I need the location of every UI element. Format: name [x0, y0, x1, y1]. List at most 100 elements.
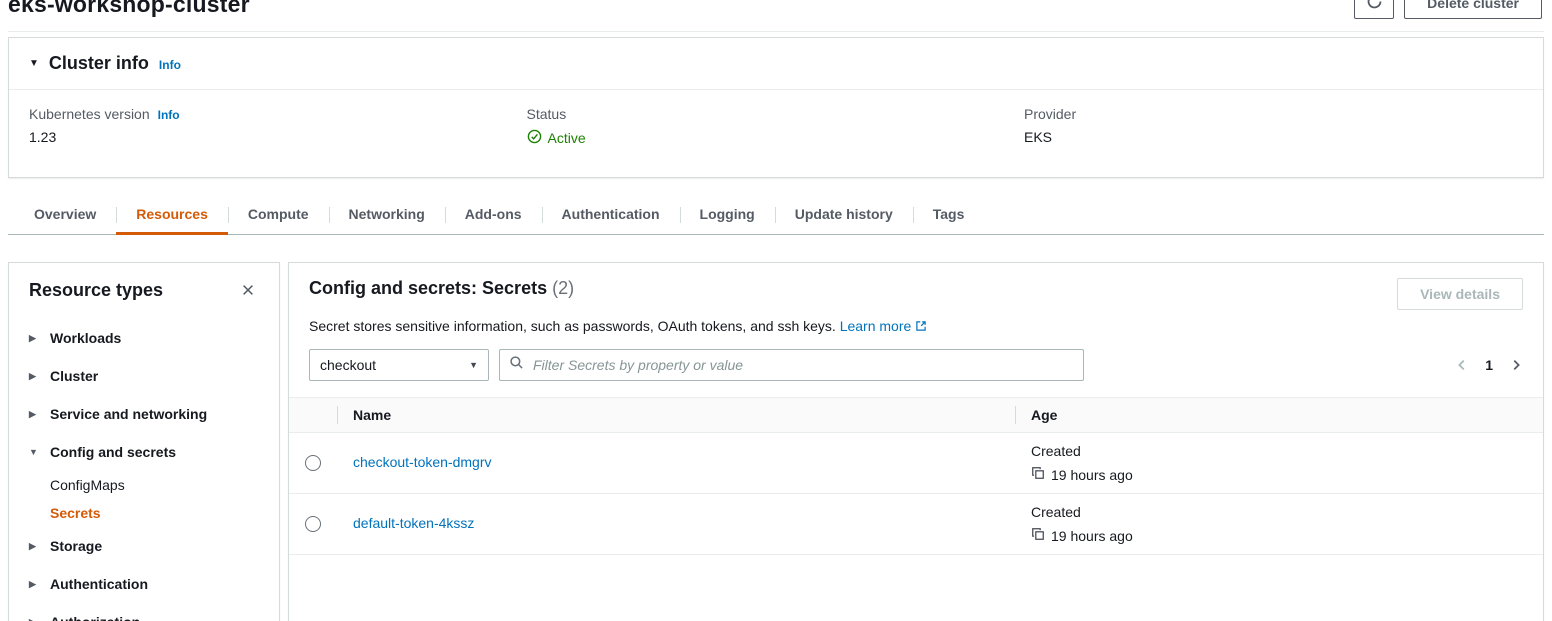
- row-radio-button[interactable]: [305, 516, 321, 532]
- tab-bar: Overview Resources Compute Networking Ad…: [8, 195, 1544, 235]
- resource-type-tree: ▶ Workloads ▶ Cluster ▶ Service and netw…: [9, 311, 279, 621]
- pagination: 1: [1455, 357, 1523, 373]
- status-field: Status Active: [527, 106, 1025, 147]
- sidebar-item-storage[interactable]: ▶ Storage: [29, 527, 259, 565]
- tab-update-history[interactable]: Update history: [775, 195, 913, 234]
- secrets-panel-header: Config and secrets: Secrets (2) View det…: [289, 263, 1543, 314]
- filter-dropdown-value: checkout: [320, 357, 376, 373]
- column-header-age[interactable]: Age: [1015, 407, 1543, 423]
- learn-more-link[interactable]: Learn more: [840, 318, 927, 334]
- eks-console-viewport: eks-workshop-cluster Delete cluster ▼ Cl…: [0, 0, 1552, 621]
- config-and-secrets-children: ConfigMaps Secrets: [29, 471, 259, 527]
- provider-field: Provider EKS: [1024, 106, 1522, 147]
- row-select-cell: [289, 455, 337, 471]
- chevron-right-icon: ▶: [29, 371, 40, 382]
- kubernetes-version-field: Kubernetes version Info 1.23: [29, 106, 527, 147]
- sidebar-item-label: Workloads: [50, 330, 121, 346]
- row-age-cell: Created 19 hours ago: [1015, 433, 1543, 493]
- header-actions: Delete cluster: [1354, 0, 1542, 19]
- tab-authentication[interactable]: Authentication: [542, 195, 680, 234]
- search-box[interactable]: [499, 349, 1084, 381]
- search-icon: [509, 355, 524, 375]
- tab-add-ons[interactable]: Add-ons: [445, 195, 542, 234]
- copy-icon: [1031, 466, 1045, 483]
- row-age-cell: Created 19 hours ago: [1015, 494, 1543, 554]
- row-name-cell: checkout-token-dmgrv: [337, 454, 1015, 472]
- tab-tags[interactable]: Tags: [913, 195, 985, 234]
- row-name-cell: default-token-4kssz: [337, 515, 1015, 533]
- cluster-info-info-link[interactable]: Info: [159, 58, 181, 72]
- table-header: Name Age: [289, 397, 1543, 433]
- provider-label: Provider: [1024, 106, 1522, 122]
- search-input[interactable]: [531, 356, 1074, 374]
- resource-types-title: Resource types: [29, 280, 163, 301]
- sidebar-item-authorization[interactable]: ▶ Authorization: [29, 603, 259, 621]
- sidebar-item-workloads[interactable]: ▶ Workloads: [29, 319, 259, 357]
- page: eks-workshop-cluster Delete cluster ▼ Cl…: [0, 0, 1552, 621]
- tab-overview[interactable]: Overview: [14, 195, 116, 234]
- check-circle-icon: [527, 129, 542, 147]
- row-select-cell: [289, 516, 337, 532]
- sidebar-close-button[interactable]: [237, 279, 259, 301]
- secrets-description-text: Secret stores sensitive information, suc…: [309, 318, 836, 334]
- learn-more-label: Learn more: [840, 318, 912, 334]
- sidebar-item-label: Authorization: [50, 614, 140, 621]
- status-value-wrap: Active: [527, 129, 1025, 147]
- cluster-info-header[interactable]: ▼ Cluster info Info: [9, 38, 1543, 90]
- section-collapse-caret-icon[interactable]: ▼: [29, 58, 39, 69]
- row-radio-button[interactable]: [305, 455, 321, 471]
- pagination-current-page[interactable]: 1: [1485, 357, 1493, 373]
- page-header: eks-workshop-cluster Delete cluster: [8, 0, 1544, 32]
- tab-resources[interactable]: Resources: [116, 195, 228, 234]
- chevron-right-icon: ▶: [29, 541, 40, 552]
- kubernetes-version-label-text: Kubernetes version: [29, 106, 150, 122]
- kubernetes-version-value: 1.23: [29, 129, 527, 145]
- pagination-next-button[interactable]: [1509, 358, 1523, 372]
- content-area: Resource types ▶ Workloads: [8, 262, 1544, 621]
- tab-logging[interactable]: Logging: [680, 195, 775, 234]
- chevron-right-icon: ▶: [29, 617, 40, 621]
- sidebar-item-label: Cluster: [50, 368, 98, 384]
- status-label: Status: [527, 106, 1025, 122]
- sidebar-item-config-and-secrets[interactable]: ▼ Config and secrets: [29, 433, 259, 471]
- sidebar-item-service-and-networking[interactable]: ▶ Service and networking: [29, 395, 259, 433]
- chevron-right-icon: [1509, 360, 1523, 375]
- created-label: Created: [1031, 504, 1543, 520]
- tab-networking[interactable]: Networking: [329, 195, 445, 234]
- age-value: 19 hours ago: [1051, 467, 1133, 483]
- view-details-button[interactable]: View details: [1397, 278, 1523, 310]
- sidebar-item-cluster[interactable]: ▶ Cluster: [29, 357, 259, 395]
- kubernetes-version-label: Kubernetes version Info: [29, 106, 527, 122]
- provider-value: EKS: [1024, 129, 1522, 145]
- secrets-description: Secret stores sensitive information, suc…: [289, 314, 1543, 347]
- external-link-icon: [915, 318, 927, 334]
- chevron-right-icon: ▶: [29, 333, 40, 344]
- delete-cluster-button[interactable]: Delete cluster: [1404, 0, 1542, 19]
- status-value: Active: [548, 130, 586, 146]
- page-title: eks-workshop-cluster: [8, 0, 250, 18]
- sidebar-item-authentication[interactable]: ▶ Authentication: [29, 565, 259, 603]
- filter-dropdown[interactable]: checkout ▼: [309, 349, 489, 381]
- sidebar-subitem-configmaps[interactable]: ConfigMaps: [50, 471, 259, 499]
- cluster-info-fields: Kubernetes version Info 1.23 Status: [9, 90, 1543, 177]
- cluster-info-panel: ▼ Cluster info Info Kubernetes version I…: [8, 37, 1544, 178]
- chevron-down-icon: ▼: [29, 447, 40, 457]
- chevron-down-icon: ▼: [469, 360, 478, 370]
- column-header-name[interactable]: Name: [337, 407, 1015, 423]
- refresh-icon: [1366, 0, 1383, 13]
- created-label: Created: [1031, 443, 1543, 459]
- secret-link[interactable]: checkout-token-dmgrv: [353, 454, 492, 470]
- pagination-prev-button[interactable]: [1455, 358, 1469, 372]
- filter-row: checkout ▼: [289, 347, 1543, 397]
- age-line: 19 hours ago: [1031, 527, 1543, 544]
- tab-compute[interactable]: Compute: [228, 195, 329, 234]
- sidebar-item-label: Authentication: [50, 576, 148, 592]
- kubernetes-version-info-link[interactable]: Info: [158, 108, 180, 122]
- chevron-right-icon: ▶: [29, 409, 40, 420]
- sidebar-subitem-secrets[interactable]: Secrets: [50, 499, 259, 527]
- sidebar-item-label: Config and secrets: [50, 444, 176, 460]
- secret-link[interactable]: default-token-4kssz: [353, 515, 474, 531]
- refresh-button[interactable]: [1354, 0, 1394, 19]
- cluster-info-title: Cluster info: [49, 53, 149, 74]
- table-row: default-token-4kssz Created 19 hours: [289, 494, 1543, 555]
